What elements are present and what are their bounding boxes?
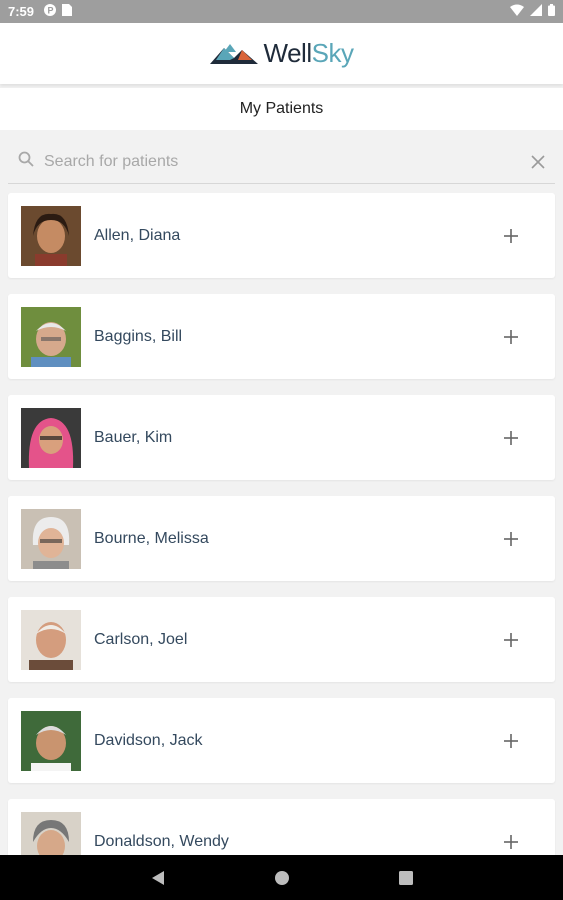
patient-list: Allen, Diana Baggins, Bill Bauer, Kim Bo…: [8, 193, 555, 900]
signal-icon: [530, 4, 542, 19]
avatar: [21, 609, 81, 670]
patient-name: Baggins, Bill: [94, 327, 183, 345]
add-icon[interactable]: [481, 408, 541, 468]
logo-text: WellSky: [263, 38, 354, 68]
svg-text:P: P: [48, 6, 54, 16]
add-icon[interactable]: [481, 610, 541, 670]
patient-name: Davidson, Jack: [94, 731, 203, 749]
patient-name: Bauer, Kim: [94, 428, 173, 446]
patient-name: Carlson, Joel: [94, 630, 188, 648]
patient-card[interactable]: Baggins, Bill: [8, 294, 555, 379]
wifi-icon: [510, 4, 524, 19]
home-icon[interactable]: [270, 866, 294, 890]
patient-card[interactable]: Bauer, Kim: [8, 395, 555, 480]
add-icon[interactable]: [481, 509, 541, 569]
patient-card[interactable]: Allen, Diana: [8, 193, 555, 278]
search-icon: [18, 151, 34, 172]
patient-name: Bourne, Melissa: [94, 529, 209, 547]
pinterest-icon: P: [44, 4, 57, 19]
page-title-bar: My Patients: [0, 88, 563, 130]
status-time: 7:59: [8, 4, 35, 19]
mountain-logo-icon: [209, 43, 258, 64]
patient-name: Donaldson, Wendy: [94, 832, 229, 850]
add-icon[interactable]: [481, 711, 541, 771]
status-bar: 7:59 P: [0, 0, 563, 23]
sim-card-icon: [62, 4, 73, 19]
wellsky-logo: WellSky: [209, 38, 354, 69]
search-bar: [8, 140, 555, 184]
add-icon[interactable]: [481, 307, 541, 367]
system-nav-bar: [0, 855, 563, 900]
patient-card[interactable]: Carlson, Joel: [8, 597, 555, 682]
page-title: My Patients: [239, 100, 324, 117]
patient-card[interactable]: Davidson, Jack: [8, 698, 555, 783]
clear-search-icon[interactable]: [531, 151, 545, 173]
patient-card[interactable]: Bourne, Melissa: [8, 496, 555, 581]
add-icon[interactable]: [481, 206, 541, 266]
back-icon[interactable]: [146, 866, 170, 890]
avatar: [21, 407, 81, 468]
avatar: [21, 710, 81, 771]
avatar: [21, 306, 81, 367]
avatar: [21, 508, 81, 569]
patient-name: Allen, Diana: [94, 226, 181, 244]
recents-icon[interactable]: [394, 866, 418, 890]
app-header: WellSky: [0, 23, 563, 84]
avatar: [21, 205, 81, 266]
search-input[interactable]: [44, 152, 531, 171]
battery-icon: [548, 4, 555, 19]
